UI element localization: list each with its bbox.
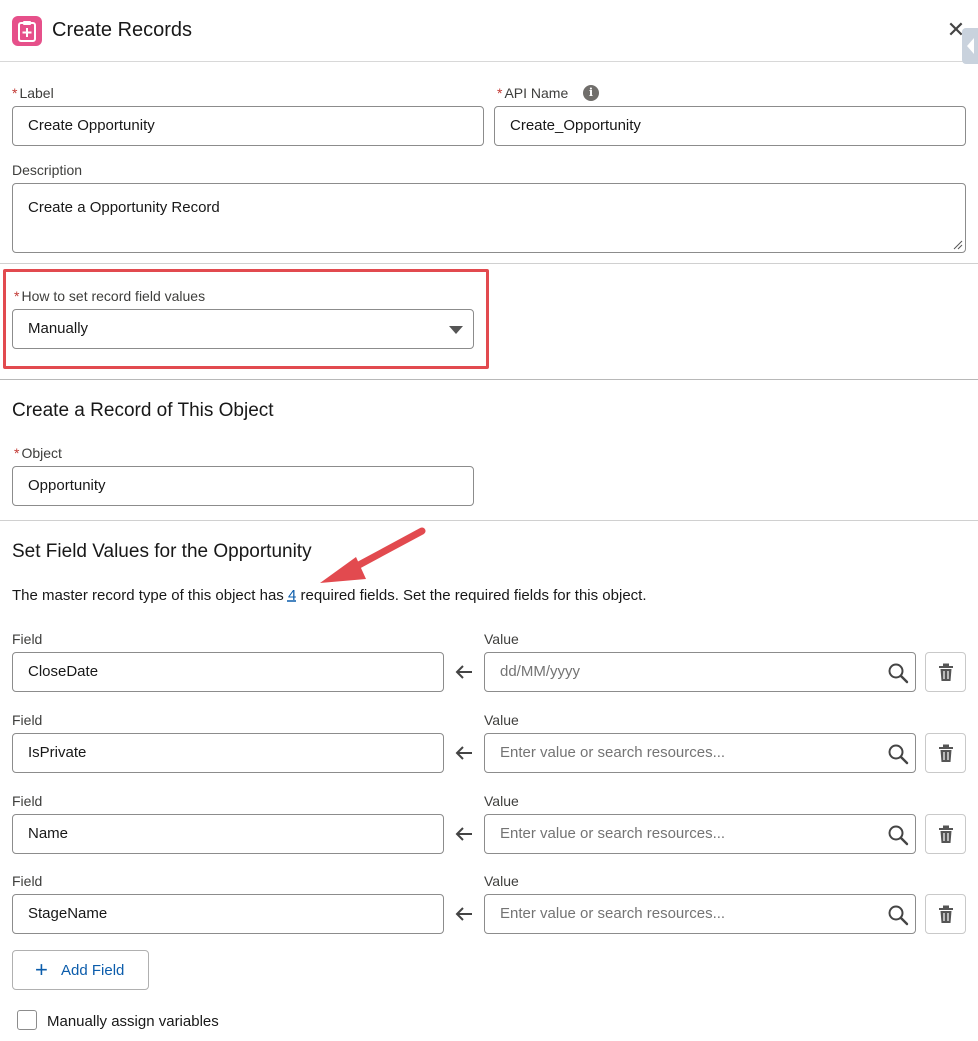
required-marker: * [12,85,18,101]
search-icon[interactable] [887,824,909,846]
info-icon[interactable]: i [583,85,599,101]
field-label: Field [12,793,43,809]
value-label: Value [484,873,519,889]
trash-icon [939,744,953,762]
value-input-name[interactable]: Enter value or search resources... [484,814,916,854]
arrow-left-icon [455,746,472,760]
required-fields-info: The master record type of this object ha… [12,587,647,604]
how-to-set-field-label: * How to set record field values [14,288,206,304]
delete-row-button[interactable] [925,894,966,934]
modal-title: Create Records [52,19,193,41]
add-field-label: Add Field [61,962,125,979]
field-label: Field [12,873,43,889]
modal-header: Create Records ✕ [0,0,978,64]
delete-row-button[interactable] [925,733,966,773]
required-marker: * [497,85,503,101]
field-values-section-title: Set Field Values for the Opportunity [12,541,312,562]
annotation-arrow-icon [320,527,426,583]
how-to-set-dropdown[interactable]: Manually [12,309,474,349]
field-label: Field [12,712,43,728]
field-input-isprivate[interactable]: IsPrivate [12,733,444,773]
label-input[interactable]: Create Opportunity [12,106,484,146]
description-field-label: Description [12,162,83,178]
dropdown-arrow-icon [449,326,463,334]
arrow-left-icon [455,665,472,679]
arrow-left-icon [455,827,472,841]
field-label: Field [12,631,43,647]
add-field-button[interactable]: + Add Field [12,950,149,990]
trash-icon [939,905,953,923]
arrow-left-icon [455,907,472,921]
value-label: Value [484,712,519,728]
create-record-icon [12,16,42,46]
resize-handle-icon[interactable] [953,240,963,250]
field-input-closedate[interactable]: CloseDate [12,652,444,692]
field-input-name[interactable]: Name [12,814,444,854]
how-to-set-selected-value: Manually [28,320,89,337]
search-icon[interactable] [887,743,909,765]
required-marker: * [14,288,20,304]
description-text: Create a Opportunity Record [28,199,220,216]
section-divider [0,520,978,521]
required-marker: * [14,445,20,461]
search-icon[interactable] [887,904,909,926]
search-icon[interactable] [887,662,909,684]
value-input-isprivate[interactable]: Enter value or search resources... [484,733,916,773]
value-input-stagename[interactable]: Enter value or search resources... [484,894,916,934]
delete-row-button[interactable] [925,814,966,854]
trash-icon [939,825,953,843]
api-name-input[interactable]: Create_Opportunity [494,106,966,146]
object-section-title: Create a Record of This Object [12,400,274,421]
delete-row-button[interactable] [925,652,966,692]
value-input-closedate[interactable]: dd/MM/yyyy [484,652,916,692]
field-input-stagename[interactable]: StageName [12,894,444,934]
api-name-field-label: * API Name [497,85,569,101]
section-divider [0,379,978,380]
label-field-label: * Label [12,85,54,101]
collapse-panel-handle[interactable] [962,28,978,64]
manually-assign-label: Manually assign variables [47,1013,219,1030]
manually-assign-checkbox[interactable] [17,1010,37,1030]
object-input[interactable]: Opportunity [12,466,474,506]
description-textarea[interactable]: Create a Opportunity Record [12,183,966,253]
object-field-label: * Object [14,445,62,461]
section-divider [0,263,978,264]
trash-icon [939,663,953,681]
value-label: Value [484,631,519,647]
plus-icon: + [35,957,48,982]
value-label: Value [484,793,519,809]
